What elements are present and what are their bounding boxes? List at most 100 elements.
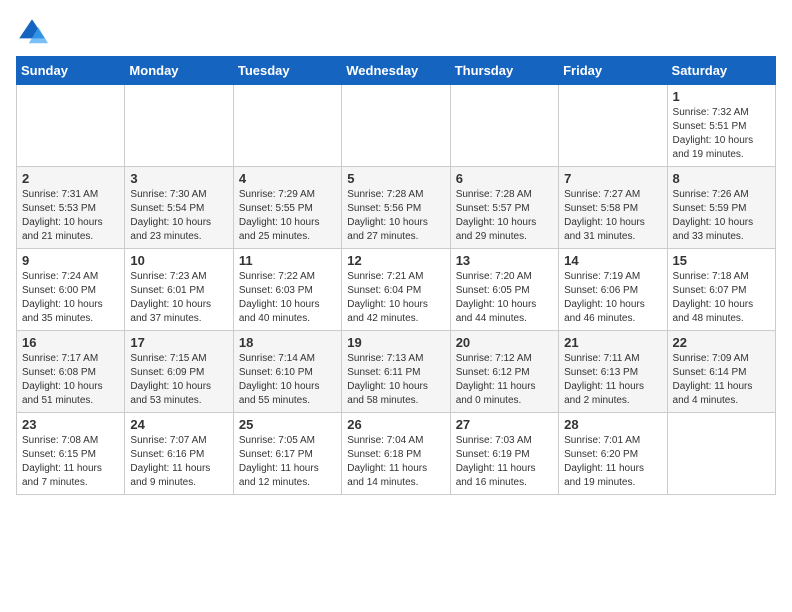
- calendar-cell: 18 Sunrise: 7:14 AMSunset: 6:10 PMDayligh…: [233, 331, 341, 413]
- day-info: Sunrise: 7:18 AMSunset: 6:07 PMDaylight:…: [673, 270, 770, 326]
- calendar-cell: 22 Sunrise: 7:09 AMSunset: 6:14 PMDayligh…: [667, 331, 775, 413]
- weekday-header: Tuesday: [233, 57, 341, 85]
- day-number: 6: [456, 171, 553, 186]
- calendar-cell: 20 Sunrise: 7:12 AMSunset: 6:12 PMDayligh…: [450, 331, 558, 413]
- calendar-week-row: 1Sunrise: 7:32 AMSunset: 5:51 PMDaylight…: [17, 85, 776, 167]
- weekday-header: Saturday: [667, 57, 775, 85]
- calendar-cell: 13 Sunrise: 7:20 AMSunset: 6:05 PMDayligh…: [450, 249, 558, 331]
- calendar-cell: 5Sunrise: 7:28 AMSunset: 5:56 PMDaylight…: [342, 167, 450, 249]
- calendar-cell: [125, 85, 233, 167]
- day-info: Sunrise: 7:20 AMSunset: 6:05 PMDaylight:…: [456, 270, 553, 326]
- day-info: Sunrise: 7:30 AMSunset: 5:54 PMDaylight:…: [130, 188, 227, 244]
- day-info: Sunrise: 7:01 AMSunset: 6:20 PMDaylight:…: [564, 434, 661, 490]
- day-number: 23: [22, 417, 119, 432]
- day-number: 10: [130, 253, 227, 268]
- day-number: 17: [130, 335, 227, 350]
- day-number: 26: [347, 417, 444, 432]
- day-info: Sunrise: 7:04 AMSunset: 6:18 PMDaylight:…: [347, 434, 444, 490]
- calendar-week-row: 23 Sunrise: 7:08 AMSunset: 6:15 PMDayligh…: [17, 413, 776, 495]
- day-info: Sunrise: 7:31 AMSunset: 5:53 PMDaylight:…: [22, 188, 119, 244]
- logo-icon: [16, 16, 48, 48]
- day-number: 2: [22, 171, 119, 186]
- calendar-week-row: 16 Sunrise: 7:17 AMSunset: 6:08 PMDayligh…: [17, 331, 776, 413]
- calendar-cell: 16 Sunrise: 7:17 AMSunset: 6:08 PMDayligh…: [17, 331, 125, 413]
- calendar-cell: 15 Sunrise: 7:18 AMSunset: 6:07 PMDayligh…: [667, 249, 775, 331]
- day-number: 13: [456, 253, 553, 268]
- day-number: 20: [456, 335, 553, 350]
- day-info: Sunrise: 7:28 AMSunset: 5:57 PMDaylight:…: [456, 188, 553, 244]
- calendar-cell: 14 Sunrise: 7:19 AMSunset: 6:06 PMDayligh…: [559, 249, 667, 331]
- calendar-cell: 6 Sunrise: 7:28 AMSunset: 5:57 PMDaylight…: [450, 167, 558, 249]
- calendar-cell: 7 Sunrise: 7:27 AMSunset: 5:58 PMDaylight…: [559, 167, 667, 249]
- calendar-cell: [559, 85, 667, 167]
- calendar-cell: [450, 85, 558, 167]
- day-number: 8: [673, 171, 770, 186]
- weekday-header: Thursday: [450, 57, 558, 85]
- logo: [16, 16, 52, 48]
- day-number: 21: [564, 335, 661, 350]
- day-info: Sunrise: 7:13 AMSunset: 6:11 PMDaylight:…: [347, 352, 444, 408]
- day-number: 11: [239, 253, 336, 268]
- day-info: Sunrise: 7:07 AMSunset: 6:16 PMDaylight:…: [130, 434, 227, 490]
- calendar-cell: 24 Sunrise: 7:07 AMSunset: 6:16 PMDayligh…: [125, 413, 233, 495]
- calendar-cell: 28 Sunrise: 7:01 AMSunset: 6:20 PMDayligh…: [559, 413, 667, 495]
- day-number: 9: [22, 253, 119, 268]
- calendar-cell: 2 Sunrise: 7:31 AMSunset: 5:53 PMDaylight…: [17, 167, 125, 249]
- day-number: 18: [239, 335, 336, 350]
- day-info: Sunrise: 7:12 AMSunset: 6:12 PMDaylight:…: [456, 352, 553, 408]
- weekday-header: Wednesday: [342, 57, 450, 85]
- calendar-table: SundayMondayTuesdayWednesdayThursdayFrid…: [16, 56, 776, 495]
- day-number: 27: [456, 417, 553, 432]
- calendar-cell: 4 Sunrise: 7:29 AMSunset: 5:55 PMDaylight…: [233, 167, 341, 249]
- day-number: 19: [347, 335, 444, 350]
- day-number: 15: [673, 253, 770, 268]
- calendar-week-row: 9 Sunrise: 7:24 AMSunset: 6:00 PMDaylight…: [17, 249, 776, 331]
- day-number: 14: [564, 253, 661, 268]
- day-info: Sunrise: 7:21 AMSunset: 6:04 PMDaylight:…: [347, 270, 444, 326]
- calendar-cell: 26 Sunrise: 7:04 AMSunset: 6:18 PMDayligh…: [342, 413, 450, 495]
- day-number: 12: [347, 253, 444, 268]
- day-info: Sunrise: 7:14 AMSunset: 6:10 PMDaylight:…: [239, 352, 336, 408]
- weekday-header: Friday: [559, 57, 667, 85]
- calendar-cell: 23 Sunrise: 7:08 AMSunset: 6:15 PMDayligh…: [17, 413, 125, 495]
- calendar-cell: 1Sunrise: 7:32 AMSunset: 5:51 PMDaylight…: [667, 85, 775, 167]
- calendar-cell: 25Sunrise: 7:05 AMSunset: 6:17 PMDayligh…: [233, 413, 341, 495]
- calendar-cell: 3 Sunrise: 7:30 AMSunset: 5:54 PMDaylight…: [125, 167, 233, 249]
- day-number: 4: [239, 171, 336, 186]
- day-number: 3: [130, 171, 227, 186]
- calendar-cell: [667, 413, 775, 495]
- day-info: Sunrise: 7:17 AMSunset: 6:08 PMDaylight:…: [22, 352, 119, 408]
- day-number: 28: [564, 417, 661, 432]
- day-info: Sunrise: 7:08 AMSunset: 6:15 PMDaylight:…: [22, 434, 119, 490]
- calendar-cell: 21Sunrise: 7:11 AMSunset: 6:13 PMDayligh…: [559, 331, 667, 413]
- day-info: Sunrise: 7:03 AMSunset: 6:19 PMDaylight:…: [456, 434, 553, 490]
- day-info: Sunrise: 7:05 AMSunset: 6:17 PMDaylight:…: [239, 434, 336, 490]
- calendar-cell: 19 Sunrise: 7:13 AMSunset: 6:11 PMDayligh…: [342, 331, 450, 413]
- day-info: Sunrise: 7:26 AMSunset: 5:59 PMDaylight:…: [673, 188, 770, 244]
- day-info: Sunrise: 7:23 AMSunset: 6:01 PMDaylight:…: [130, 270, 227, 326]
- calendar-cell: 9 Sunrise: 7:24 AMSunset: 6:00 PMDaylight…: [17, 249, 125, 331]
- calendar-cell: 27 Sunrise: 7:03 AMSunset: 6:19 PMDayligh…: [450, 413, 558, 495]
- day-info: Sunrise: 7:29 AMSunset: 5:55 PMDaylight:…: [239, 188, 336, 244]
- day-info: Sunrise: 7:22 AMSunset: 6:03 PMDaylight:…: [239, 270, 336, 326]
- weekday-header-row: SundayMondayTuesdayWednesdayThursdayFrid…: [17, 57, 776, 85]
- day-info: Sunrise: 7:15 AMSunset: 6:09 PMDaylight:…: [130, 352, 227, 408]
- day-info: Sunrise: 7:19 AMSunset: 6:06 PMDaylight:…: [564, 270, 661, 326]
- day-number: 16: [22, 335, 119, 350]
- weekday-header: Sunday: [17, 57, 125, 85]
- day-number: 22: [673, 335, 770, 350]
- calendar-cell: 10 Sunrise: 7:23 AMSunset: 6:01 PMDayligh…: [125, 249, 233, 331]
- day-info: Sunrise: 7:27 AMSunset: 5:58 PMDaylight:…: [564, 188, 661, 244]
- calendar-cell: 12 Sunrise: 7:21 AMSunset: 6:04 PMDayligh…: [342, 249, 450, 331]
- calendar-week-row: 2 Sunrise: 7:31 AMSunset: 5:53 PMDaylight…: [17, 167, 776, 249]
- day-number: 24: [130, 417, 227, 432]
- calendar-cell: [342, 85, 450, 167]
- day-info: Sunrise: 7:24 AMSunset: 6:00 PMDaylight:…: [22, 270, 119, 326]
- weekday-header: Monday: [125, 57, 233, 85]
- calendar-cell: 17 Sunrise: 7:15 AMSunset: 6:09 PMDayligh…: [125, 331, 233, 413]
- day-number: 7: [564, 171, 661, 186]
- calendar-cell: [233, 85, 341, 167]
- day-info: Sunrise: 7:09 AMSunset: 6:14 PMDaylight:…: [673, 352, 770, 408]
- page-header: [16, 16, 776, 48]
- calendar-cell: [17, 85, 125, 167]
